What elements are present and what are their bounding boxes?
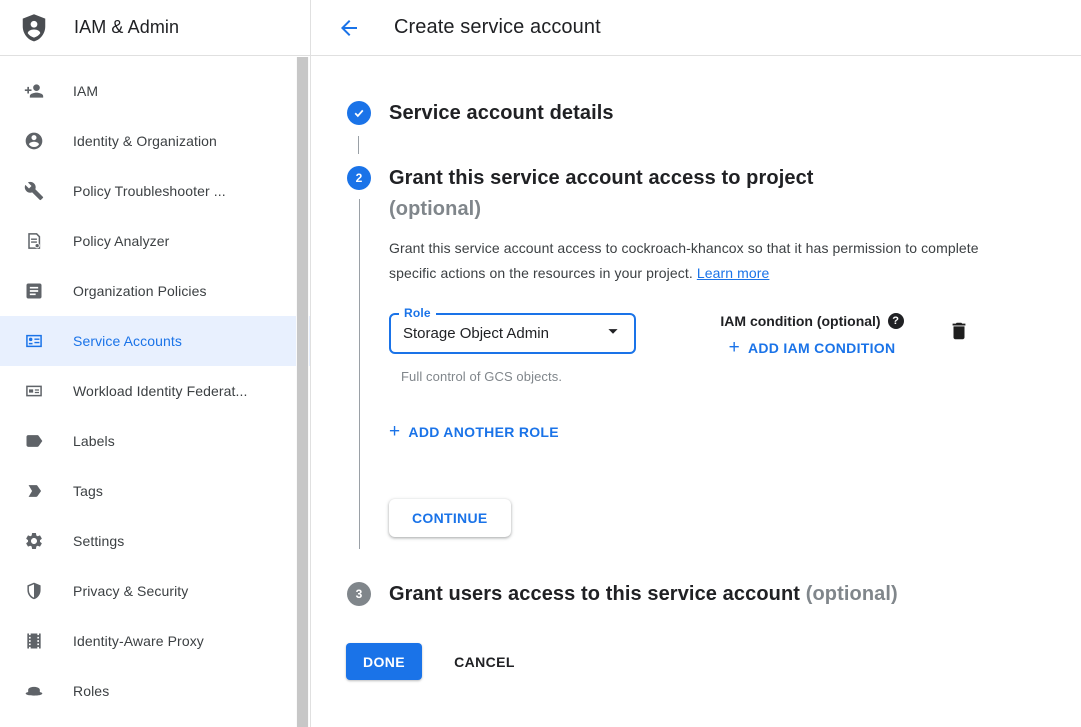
sidebar-item-labels[interactable]: Labels bbox=[0, 416, 310, 466]
identity-person-icon bbox=[24, 131, 44, 151]
step-connector-line bbox=[358, 136, 359, 154]
sidebar-item-label: Roles bbox=[73, 683, 109, 699]
person-add-icon bbox=[24, 81, 44, 101]
shield-half-icon bbox=[24, 581, 44, 601]
service-account-badge-icon bbox=[24, 331, 44, 351]
done-button[interactable]: DONE bbox=[346, 643, 422, 680]
sidebar-item-identity-organization[interactable]: Identity & Organization bbox=[0, 116, 310, 166]
plus-icon: + bbox=[389, 425, 400, 439]
step-1-rail bbox=[347, 98, 371, 129]
back-button[interactable] bbox=[337, 16, 361, 40]
tag-arrow-icon bbox=[24, 481, 44, 501]
role-field-label: Role bbox=[399, 306, 436, 320]
step-1-complete-icon bbox=[347, 101, 371, 125]
scrollbar-thumb[interactable] bbox=[297, 57, 308, 727]
iam-condition-label-row: IAM condition (optional) ? bbox=[720, 313, 903, 329]
stepper-content: Service account details 2 Grant this ser… bbox=[311, 56, 1081, 680]
sidebar-item-label: Policy Troubleshooter ... bbox=[73, 183, 226, 199]
iam-shield-logo-icon bbox=[18, 12, 50, 44]
step-2-grant-access: 2 Grant this service account access to p… bbox=[311, 163, 1081, 563]
step-3-grant-users-access: 3 Grant users access to this service acc… bbox=[311, 579, 1081, 610]
sidebar-item-service-accounts[interactable]: Service Accounts bbox=[0, 316, 310, 366]
step-3-number-badge: 3 bbox=[347, 582, 371, 606]
sidebar-item-label: Policy Analyzer bbox=[73, 233, 169, 249]
delete-role-button[interactable] bbox=[947, 320, 971, 344]
label-tag-icon bbox=[24, 431, 44, 451]
document-lines-icon bbox=[24, 281, 44, 301]
wrench-icon bbox=[24, 181, 44, 201]
sidebar-item-label: Service Accounts bbox=[73, 333, 182, 349]
sidebar-scrollbar[interactable] bbox=[296, 57, 309, 727]
step-1-body: Service account details bbox=[389, 98, 614, 129]
sidebar-item-settings[interactable]: Settings bbox=[0, 516, 310, 566]
step-2-optional-label: (optional) bbox=[389, 194, 983, 225]
main-panel: Create service account Service account d… bbox=[311, 0, 1081, 727]
step-2-title: Grant this service account access to pro… bbox=[389, 163, 983, 225]
sidebar-item-tags[interactable]: Tags bbox=[0, 466, 310, 516]
sidebar: IAM & Admin IAM Identity & Organization … bbox=[0, 0, 311, 727]
cancel-button[interactable]: CANCEL bbox=[454, 654, 515, 670]
sidebar-item-label: Privacy & Security bbox=[73, 583, 188, 599]
dropdown-caret-icon bbox=[602, 320, 624, 347]
sidebar-item-label: Labels bbox=[73, 433, 115, 449]
step-2-rail: 2 bbox=[347, 163, 371, 563]
role-row: Role Storage Object Admin Full control o… bbox=[389, 313, 983, 384]
iam-condition-label: IAM condition (optional) bbox=[720, 313, 880, 329]
product-name: IAM & Admin bbox=[74, 17, 179, 38]
step-3-body: Grant users access to this service accou… bbox=[389, 579, 898, 610]
id-card-icon bbox=[24, 381, 44, 401]
step-3-rail: 3 bbox=[347, 579, 371, 610]
back-arrow-icon bbox=[337, 16, 361, 40]
sidebar-nav: IAM Identity & Organization Policy Troub… bbox=[0, 56, 310, 716]
iam-admin-app: IAM & Admin IAM Identity & Organization … bbox=[0, 0, 1081, 727]
hat-icon bbox=[24, 681, 44, 701]
sidebar-item-organization-policies[interactable]: Organization Policies bbox=[0, 266, 310, 316]
add-another-role-button[interactable]: + ADD ANOTHER ROLE bbox=[389, 424, 559, 440]
learn-more-link[interactable]: Learn more bbox=[697, 265, 770, 281]
filmstrip-icon bbox=[24, 631, 44, 651]
sidebar-item-identity-aware-proxy[interactable]: Identity-Aware Proxy bbox=[0, 616, 310, 666]
sidebar-item-label: Organization Policies bbox=[73, 283, 207, 299]
step-2-number-badge: 2 bbox=[347, 166, 371, 190]
sidebar-item-label: Settings bbox=[73, 533, 124, 549]
role-selected-value: Storage Object Admin bbox=[403, 325, 549, 342]
add-iam-condition-button[interactable]: + ADD IAM CONDITION bbox=[729, 340, 896, 356]
sidebar-item-privacy-security[interactable]: Privacy & Security bbox=[0, 566, 310, 616]
trash-icon bbox=[948, 320, 970, 342]
footer-actions: DONE CANCEL bbox=[346, 643, 1081, 680]
sidebar-item-workload-identity-federation[interactable]: Workload Identity Federat... bbox=[0, 366, 310, 416]
step-1-title: Service account details bbox=[389, 98, 614, 129]
sidebar-item-policy-troubleshooter[interactable]: Policy Troubleshooter ... bbox=[0, 166, 310, 216]
sidebar-item-label: Identity & Organization bbox=[73, 133, 217, 149]
document-gear-icon bbox=[24, 231, 44, 251]
sidebar-item-roles[interactable]: Roles bbox=[0, 666, 310, 716]
sidebar-item-policy-analyzer[interactable]: Policy Analyzer bbox=[0, 216, 310, 266]
step-3-optional-label: (optional) bbox=[806, 583, 898, 605]
step-2-connector-line bbox=[359, 199, 360, 549]
role-select[interactable]: Role Storage Object Admin bbox=[389, 313, 636, 354]
iam-condition-column: IAM condition (optional) ? + ADD IAM CON… bbox=[707, 313, 917, 358]
plus-icon: + bbox=[729, 341, 740, 355]
page-header: Create service account bbox=[311, 0, 1081, 56]
sidebar-header: IAM & Admin bbox=[0, 0, 310, 56]
step-3-title: Grant users access to this service accou… bbox=[389, 579, 898, 610]
page-title: Create service account bbox=[394, 16, 601, 39]
continue-button[interactable]: CONTINUE bbox=[389, 499, 511, 537]
step-2-body: Grant this service account access to pro… bbox=[389, 163, 983, 563]
gear-icon bbox=[24, 531, 44, 551]
sidebar-item-label: Workload Identity Federat... bbox=[73, 383, 248, 399]
sidebar-item-label: IAM bbox=[73, 83, 98, 99]
step-2-description: Grant this service account access to coc… bbox=[389, 236, 983, 286]
sidebar-item-label: Tags bbox=[73, 483, 103, 499]
help-icon[interactable]: ? bbox=[888, 313, 904, 329]
step-1-service-account-details: Service account details bbox=[311, 98, 1081, 129]
role-helper-text: Full control of GCS objects. bbox=[401, 369, 983, 384]
sidebar-item-label: Identity-Aware Proxy bbox=[73, 633, 204, 649]
sidebar-item-iam[interactable]: IAM bbox=[0, 66, 310, 116]
